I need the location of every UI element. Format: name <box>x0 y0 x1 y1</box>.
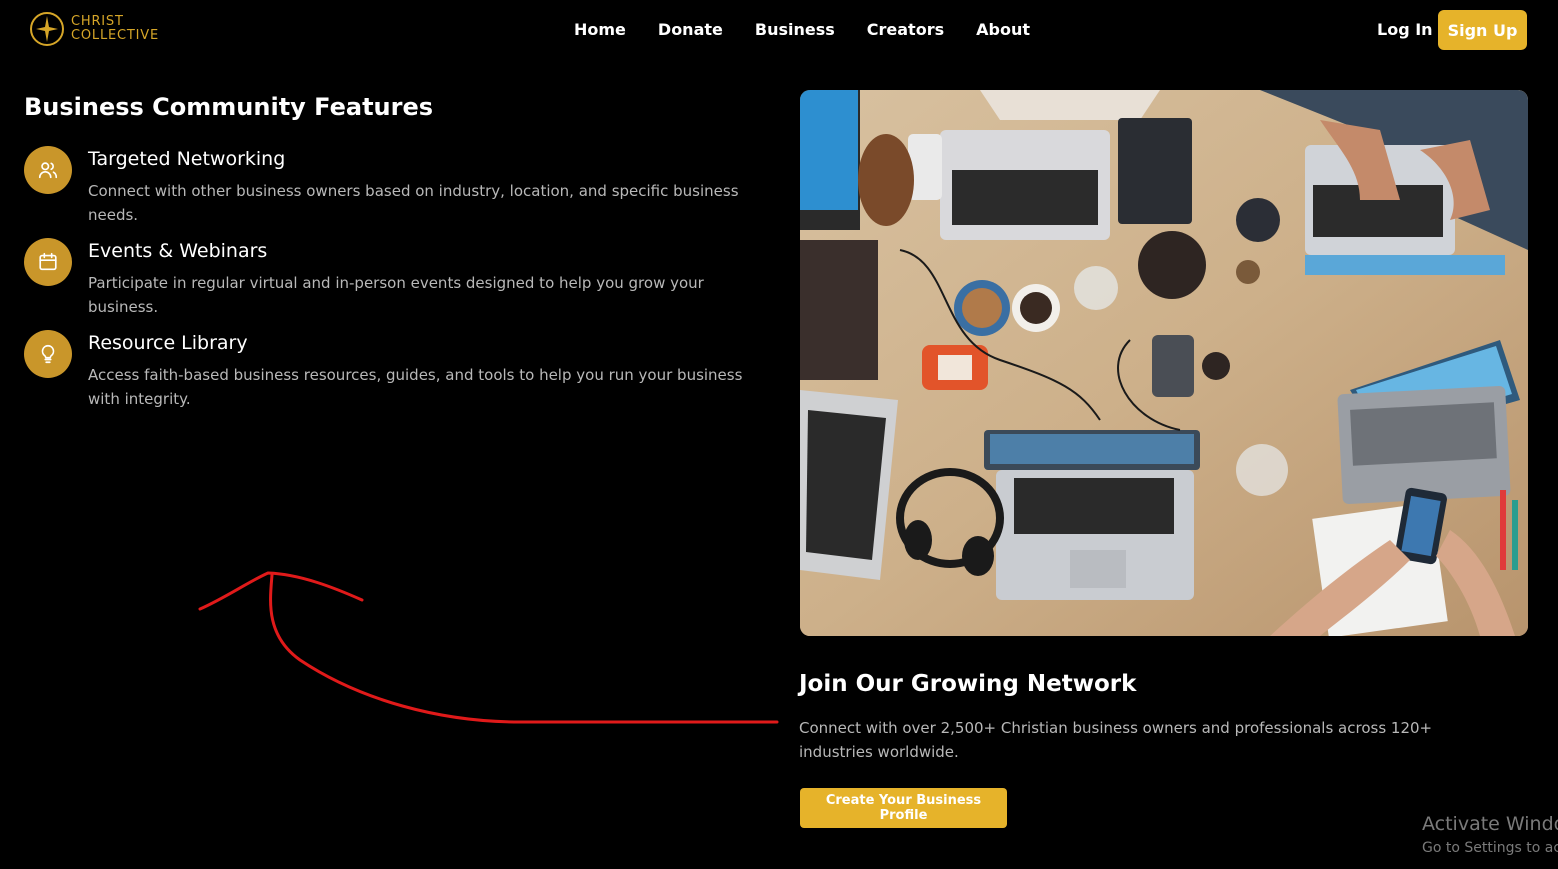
page: CHRIST COLLECTIVE Home Donate Business C… <box>0 0 1558 869</box>
brand-name-line2: COLLECTIVE <box>71 28 159 43</box>
feature-resource-library: Resource Library Access faith-based busi… <box>24 330 764 411</box>
main-nav: Home Donate Business Creators About <box>574 20 1030 40</box>
feature-title: Resource Library <box>88 332 248 354</box>
star-circle-logo-icon <box>30 12 64 46</box>
feature-events-webinars: Events & Webinars Participate in regular… <box>24 238 764 319</box>
nav-donate[interactable]: Donate <box>658 20 723 40</box>
brand-name: CHRIST COLLECTIVE <box>71 15 159 43</box>
feature-icon-circle <box>24 146 72 194</box>
users-icon <box>38 162 58 179</box>
lightbulb-icon <box>41 344 55 364</box>
create-business-profile-button[interactable]: Create Your Business Profile <box>800 788 1007 828</box>
nav-business[interactable]: Business <box>755 20 835 40</box>
windows-activation-watermark: Activate Windows Go to Settings to activ… <box>1422 812 1558 858</box>
feature-icon-circle <box>24 238 72 286</box>
cta-title: Join Our Growing Network <box>799 671 1137 697</box>
features-title: Business Community Features <box>24 93 434 121</box>
feature-description: Access faith-based business resources, g… <box>88 366 743 408</box>
brand-logo[interactable]: CHRIST COLLECTIVE <box>29 11 159 47</box>
watermark-line1: Activate Windows <box>1422 813 1558 835</box>
watermark-line2: Go to Settings to activate Windows. <box>1422 840 1558 856</box>
nav-creators[interactable]: Creators <box>867 20 944 40</box>
feature-title: Targeted Networking <box>88 148 286 170</box>
desk-illustration <box>800 90 1528 636</box>
cta-description: Connect with over 2,500+ Christian busin… <box>799 719 1433 761</box>
feature-description: Connect with other business owners based… <box>88 182 739 224</box>
calendar-icon <box>39 252 57 271</box>
feature-description: Participate in regular virtual and in-pe… <box>88 274 704 316</box>
feature-title: Events & Webinars <box>88 240 268 262</box>
business-desk-photo <box>800 90 1528 636</box>
feature-targeted-networking: Targeted Networking Connect with other b… <box>24 146 764 227</box>
nav-home[interactable]: Home <box>574 20 626 40</box>
feature-icon-circle <box>24 330 72 378</box>
brand-name-line1: CHRIST <box>71 14 124 29</box>
login-link[interactable]: Log In <box>1377 20 1433 40</box>
nav-about[interactable]: About <box>976 20 1030 40</box>
signup-button[interactable]: Sign Up <box>1438 10 1527 50</box>
